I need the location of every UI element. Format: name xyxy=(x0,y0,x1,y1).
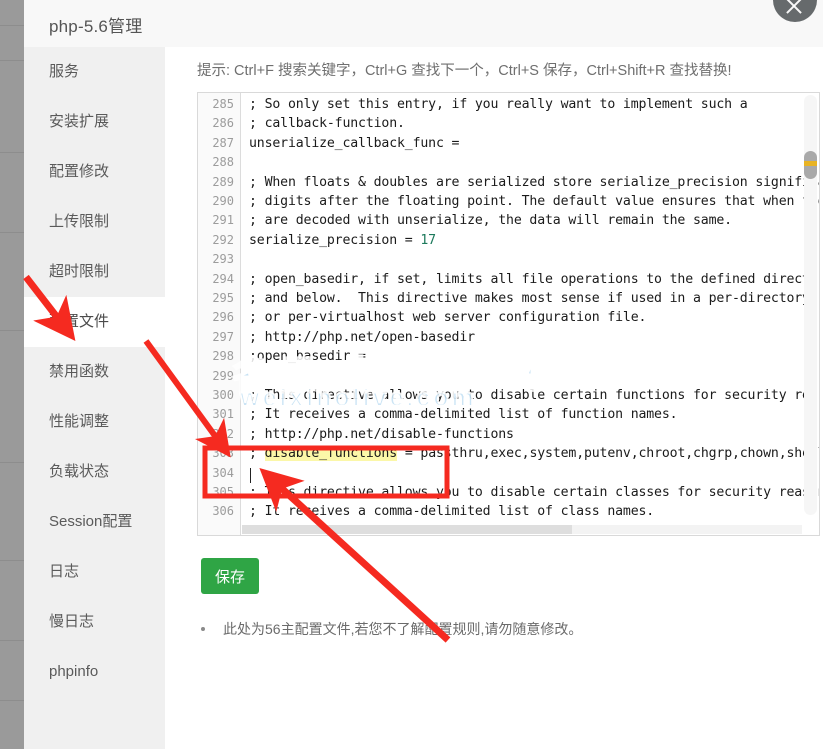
editor-search-match-marker xyxy=(804,161,817,166)
text-caret xyxy=(250,467,251,483)
editor-code-line[interactable]: ; http://php.net/disable-functions xyxy=(249,427,514,442)
sidebar-item-slow-log[interactable]: 慢日志 xyxy=(24,597,165,647)
editor-line-number: 289 xyxy=(212,174,234,189)
editor-code-line[interactable]: ; callback-function. xyxy=(249,116,405,131)
save-button[interactable]: 保存 xyxy=(201,558,259,594)
sidebar-item-log[interactable]: 日志 xyxy=(24,547,165,597)
editor-line-number: 296 xyxy=(212,310,234,325)
editor-line-number: 306 xyxy=(212,504,234,519)
editor-line-number: 293 xyxy=(212,252,234,267)
bullet-icon xyxy=(201,627,205,631)
note-text: 此处为56主配置文件,若您不了解配置规则,请勿随意修改。 xyxy=(223,621,583,637)
editor-line-number: 286 xyxy=(212,116,234,131)
screenshot-root: php-5.6管理 服务 安装扩展 配置修改 上传限制 超时限制 配置文件 禁用… xyxy=(0,0,823,749)
editor-code-line[interactable]: ; http://php.net/open-basedir xyxy=(249,330,475,345)
editor-line-number: 304 xyxy=(212,465,234,480)
editor-gutter: 285 286 287 288 289 290 291 292 293 294 295 296 297 2… xyxy=(198,93,241,535)
editor-line-number: 294 xyxy=(212,271,234,286)
shortcut-hint: 提示: Ctrl+F 搜索关键字，Ctrl+G 查找下一个，Ctrl+S 保存，… xyxy=(197,63,732,79)
sidebar-item-performance-tuning[interactable]: 性能调整 xyxy=(24,397,165,447)
sidebar-item-load-status[interactable]: 负载状态 xyxy=(24,447,165,497)
editor-code-line[interactable]: ; It receives a comma-delimited list of … xyxy=(249,504,654,519)
editor-code-line[interactable]: ; are decoded with unserialize, the data… xyxy=(249,213,732,228)
editor-code-line[interactable]: ; When floats & doubles are serialized s… xyxy=(249,175,819,190)
dialog-titlebar: php-5.6管理 xyxy=(24,0,823,48)
sidebar-item-upload-limit[interactable]: 上传限制 xyxy=(24,197,165,247)
sidebar-item-install-extension[interactable]: 安装扩展 xyxy=(24,97,165,147)
sidebar-item-config-modify[interactable]: 配置修改 xyxy=(24,147,165,197)
sidebar-item-phpinfo[interactable]: phpinfo xyxy=(24,647,165,697)
editor-code-line[interactable]: ; disable_functions = passthru,exec,syst… xyxy=(249,446,819,462)
editor-hscroll-thumb[interactable] xyxy=(242,525,572,534)
editor-line-number: 285 xyxy=(212,97,234,111)
editor-code-line[interactable]: ; So only set this entry, if you really … xyxy=(249,97,748,112)
editor-code-line[interactable]: ; This directive allows you to disable c… xyxy=(249,485,819,500)
editor-line-number: 291 xyxy=(212,213,234,228)
sidebar-item-timeout-limit[interactable]: 超时限制 xyxy=(24,247,165,297)
sidebar-item-config-file[interactable]: 配置文件 xyxy=(24,297,165,347)
editor-line-number: 298 xyxy=(212,349,234,364)
sidebar-item-session-config[interactable]: Session配置 xyxy=(24,497,165,547)
editor-line-number: 305 xyxy=(212,485,234,499)
page-title: php-5.6管理 xyxy=(49,17,143,36)
editor-line-number: 287 xyxy=(212,135,234,150)
page-backdrop-left xyxy=(0,0,24,749)
main-panel: 提示: Ctrl+F 搜索关键字，Ctrl+G 查找下一个，Ctrl+S 保存，… xyxy=(165,47,823,749)
editor-line-number: 299 xyxy=(212,368,234,383)
editor-code-area[interactable]: ; So only set this entry, if you really … xyxy=(241,93,819,535)
code-number-token: 17 xyxy=(420,232,436,248)
editor-line-number: 301 xyxy=(212,407,234,422)
editor-code-line[interactable]: ; This directive allows you to disable c… xyxy=(249,388,819,403)
editor-line-number: 292 xyxy=(212,232,234,247)
editor-line-number: 295 xyxy=(212,291,234,305)
editor-line-number: 300 xyxy=(212,388,234,402)
config-file-editor[interactable]: 285 286 287 288 289 290 291 292 293 294 295 296 297 2… xyxy=(197,92,820,536)
editor-code-line[interactable]: ;open_basedir = xyxy=(249,349,366,364)
search-highlight: disable_functions xyxy=(264,446,398,462)
editor-code-line[interactable]: unserialize_callback_func = xyxy=(249,136,459,151)
php-manage-dialog: php-5.6管理 服务 安装扩展 配置修改 上传限制 超时限制 配置文件 禁用… xyxy=(24,0,823,749)
editor-code-line[interactable]: ; It receives a comma-delimited list of … xyxy=(249,407,678,422)
editor-line-number: 297 xyxy=(212,329,234,344)
dialog-body: 服务 安装扩展 配置修改 上传限制 超时限制 配置文件 禁用函数 性能调整 负载… xyxy=(24,47,823,749)
editor-code-line[interactable]: ; digits after the floating point. The d… xyxy=(249,194,819,209)
editor-code-line[interactable]: serialize_precision = 17 xyxy=(249,233,436,248)
sidebar: 服务 安装扩展 配置修改 上传限制 超时限制 配置文件 禁用函数 性能调整 负载… xyxy=(24,47,165,749)
editor-code-line[interactable]: ; and below. This directive makes most s… xyxy=(249,291,810,306)
editor-code-line[interactable]: ; open_basedir, if set, limits all file … xyxy=(249,272,819,287)
sidebar-item-service[interactable]: 服务 xyxy=(24,47,165,97)
editor-line-number: 288 xyxy=(212,155,234,170)
editor-line-number: 303 xyxy=(212,446,234,461)
editor-line-number: 302 xyxy=(212,426,234,441)
editor-code-line[interactable]: ; or per-virtualhost web server configur… xyxy=(249,310,646,325)
sidebar-item-disabled-functions[interactable]: 禁用函数 xyxy=(24,347,165,397)
editor-line-number: 290 xyxy=(212,194,234,208)
